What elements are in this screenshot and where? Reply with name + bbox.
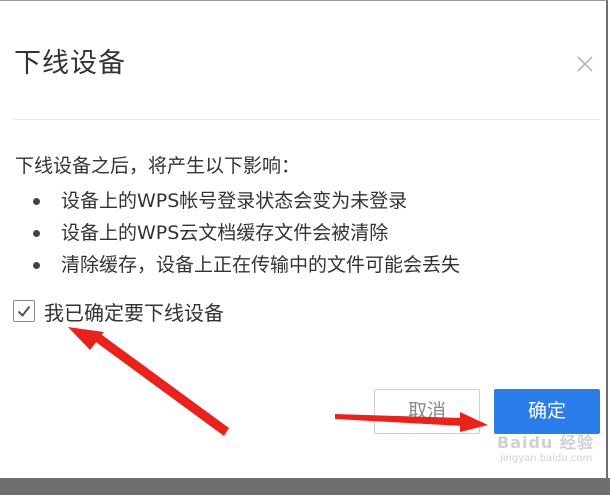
list-item: 设备上的WPS云文档缓存文件会被清除 <box>28 218 460 250</box>
dialog-title: 下线设备 <box>14 48 126 79</box>
list-item-text: 清除缓存，设备上正在传输中的文件可能会丢失 <box>61 254 461 276</box>
close-icon[interactable] <box>574 53 596 75</box>
baidu-watermark: Baidu 经验 <box>497 433 594 452</box>
list-item-text: 设备上的WPS帐号登录状态会变为未登录 <box>61 190 408 212</box>
list-item: 设备上的WPS帐号登录状态会变为未登录 <box>28 186 460 218</box>
offline-device-dialog: 下线设备 下线设备之后，将产生以下影响： 设备上的WPS帐号登录状态会变为未登录… <box>0 0 608 478</box>
title-divider <box>14 119 600 120</box>
confirm-checkbox[interactable] <box>13 300 35 322</box>
window-bottom-edge <box>0 478 610 495</box>
baidu-watermark-url: jingyan.baidu.com <box>500 453 593 464</box>
confirm-button[interactable]: 确定 <box>494 389 600 434</box>
checkmark-icon <box>17 305 31 318</box>
list-item-text: 设备上的WPS云文档缓存文件会被清除 <box>61 222 389 244</box>
confirm-checkbox-label[interactable]: 我已确定要下线设备 <box>44 297 224 326</box>
cancel-button[interactable]: 取消 <box>374 389 480 434</box>
impact-list: 设备上的WPS帐号登录状态会变为未登录 设备上的WPS云文档缓存文件会被清除 清… <box>28 186 460 282</box>
list-item: 清除缓存，设备上正在传输中的文件可能会丢失 <box>28 250 460 282</box>
bullet-dot-icon <box>33 230 40 237</box>
bullet-dot-icon <box>33 198 40 205</box>
impact-intro: 下线设备之后，将产生以下影响： <box>15 155 301 177</box>
bullet-dot-icon <box>33 262 40 269</box>
